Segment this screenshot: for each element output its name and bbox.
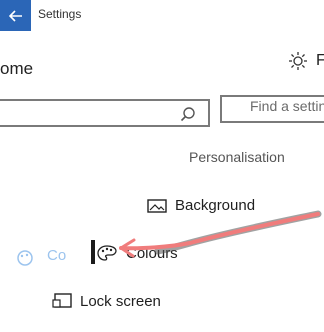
nav-item-lock-screen[interactable]: Lock screen bbox=[52, 292, 161, 310]
search-icon bbox=[180, 107, 195, 122]
ghost-colours-label: Co bbox=[47, 247, 67, 264]
lock-screen-icon bbox=[52, 293, 72, 308]
nav-item-label: Background bbox=[175, 197, 256, 214]
search-input[interactable]: Find a settin bbox=[250, 98, 324, 114]
palette-icon bbox=[17, 250, 33, 266]
window-title: Settings bbox=[38, 7, 82, 21]
picture-icon bbox=[147, 198, 167, 213]
nav-item-colours[interactable]: Colours bbox=[96, 243, 178, 263]
section-title: Personalisation bbox=[189, 149, 285, 165]
nav-item-label: Lock screen bbox=[80, 292, 161, 310]
title-bar: Settings bbox=[0, 0, 324, 31]
back-button[interactable] bbox=[0, 0, 31, 31]
back-arrow-icon bbox=[8, 9, 22, 22]
palette-icon bbox=[97, 245, 117, 261]
search-box-background[interactable] bbox=[0, 99, 210, 127]
home-label: ome bbox=[0, 59, 34, 78]
right-label: F bbox=[316, 52, 324, 69]
nav-item-background[interactable]: Background bbox=[147, 197, 255, 214]
nav-item-label: Colours bbox=[126, 244, 178, 262]
annotation-arrow-icon bbox=[119, 210, 322, 258]
selection-indicator bbox=[91, 240, 95, 264]
gear-icon bbox=[289, 52, 307, 70]
